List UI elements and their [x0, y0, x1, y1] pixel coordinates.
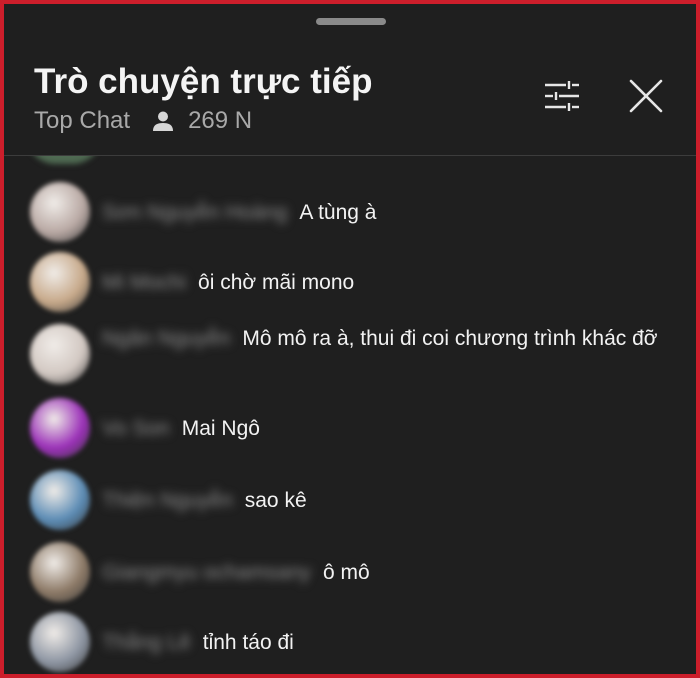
message-text: tỉnh táo đi [202, 631, 294, 654]
message-author[interactable]: Vo Son [102, 417, 170, 440]
chat-message[interactable]: Giangmyu ochamsany ô mô [4, 540, 696, 604]
chat-message[interactable]: Sơn Nguyễn Hoàng A tùng à [4, 180, 696, 244]
avatar [26, 156, 102, 164]
avatar[interactable] [30, 252, 90, 312]
chat-message[interactable]: Vo Son Mai Ngô [4, 396, 696, 460]
avatar[interactable] [30, 324, 90, 384]
message-text: ôi chờ mãi mono [198, 271, 355, 294]
viewer-count: 269 N [188, 107, 253, 134]
message-author[interactable]: Ngân Nguyễn [102, 327, 230, 350]
chat-mode-row: Top Chat 269 N [34, 106, 252, 136]
chat-message[interactable]: Thiện Nguyễn sao kê [4, 468, 696, 532]
message-text: ô mô [322, 561, 370, 584]
person-icon [152, 110, 174, 132]
message-author[interactable]: Sơn Nguyễn Hoàng [102, 201, 287, 224]
message-author[interactable]: Thiện Nguyễn [102, 489, 233, 512]
avatar[interactable] [30, 542, 90, 602]
filter-button[interactable] [540, 78, 584, 118]
avatar[interactable] [30, 398, 90, 458]
chat-message[interactable]: Mi Mochi ôi chờ mãi mono [4, 250, 696, 314]
chat-message-list[interactable]: Sơn Nguyễn Hoàng A tùng à Mi Mochi ôi chờ … [4, 156, 696, 674]
message-text: Mô mô ra à, thui đi coi chương trình khá… [242, 327, 658, 350]
close-button[interactable] [624, 76, 668, 120]
close-icon [629, 79, 663, 118]
message-text: sao kê [244, 489, 307, 512]
drag-handle[interactable] [316, 18, 386, 25]
message-text: A tùng à [299, 201, 377, 224]
message-author[interactable]: Mi Mochi [102, 271, 186, 294]
message-author[interactable]: Giangmyu ochamsany [102, 561, 311, 584]
chat-title: Trò chuyện trực tiếp [34, 62, 373, 101]
message-text: Mai Ngô [181, 417, 260, 440]
chat-message[interactable]: Ngân Nguyễn Mô mô ra à, thui đi coi chươn… [4, 320, 696, 390]
avatar[interactable] [30, 470, 90, 530]
live-chat-panel: Trò chuyện trực tiếp Top Chat 269 N Sơn … [4, 4, 696, 674]
chat-message[interactable]: Thắng Lê tỉnh táo đi [4, 610, 696, 674]
avatar[interactable] [30, 612, 90, 672]
sliders-icon [544, 80, 580, 117]
chat-mode-label[interactable]: Top Chat [34, 107, 130, 135]
message-author[interactable]: Thắng Lê [102, 631, 191, 654]
avatar[interactable] [30, 182, 90, 242]
